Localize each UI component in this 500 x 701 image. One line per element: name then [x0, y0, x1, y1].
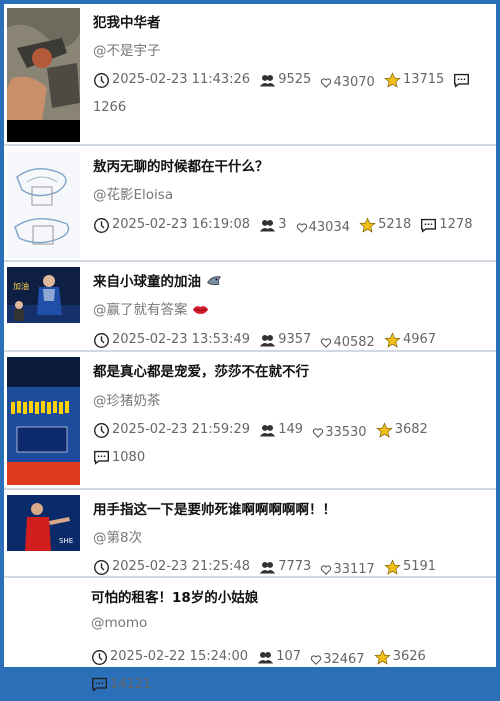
feed-item[interactable]: SHE 用手指这一下是要帅死谁啊啊啊啊啊！！ @第8次 2025-02-23 2…: [4, 492, 496, 602]
favorite-count: 5191: [402, 559, 437, 574]
star-icon: [376, 421, 393, 438]
users-icon: [260, 334, 276, 346]
author-name[interactable]: @第8次: [93, 526, 142, 546]
favorite-count: 3626: [392, 649, 426, 664]
sketch-drawing-photo: [7, 152, 80, 258]
users-icon: [260, 219, 276, 231]
heart-icon: [321, 337, 332, 348]
like-count: 33530: [325, 424, 367, 440]
favorite-count: 5218: [378, 217, 412, 232]
video-thumbnail[interactable]: 加油: [7, 267, 80, 323]
person-with-gun-photo: [7, 8, 80, 142]
favorite-count: 3682: [394, 422, 428, 437]
feed-item[interactable]: 敖丙无聊的时候都在干什么？ @花影Eloisa 2025-02-23 16:19…: [4, 148, 496, 262]
video-thumbnail[interactable]: SHE: [7, 495, 80, 551]
author-name[interactable]: @赢了就有答案: [93, 298, 209, 318]
like-count: 32467: [323, 651, 365, 667]
follower-count: 3: [278, 217, 287, 232]
svg-text:加油: 加油: [13, 281, 29, 291]
heart-icon: [321, 564, 332, 575]
heart-icon: [296, 222, 307, 233]
users-icon: [258, 651, 274, 663]
follower-count: 107: [276, 649, 302, 664]
video-stats: 2025-02-22 15:24:00 107 32467 3626 14121: [91, 646, 490, 701]
video-feed: 犯我中华者 @不是宇子 2025-02-23 11:43:26 9525 430…: [4, 4, 496, 692]
video-title[interactable]: 犯我中华者: [93, 11, 161, 31]
like-count: 40582: [333, 334, 375, 350]
feed-item[interactable]: 加油 来自小球童的加油 @赢了就有答案 2025-02-23 13:53:49 …: [4, 264, 496, 375]
video-title[interactable]: 敖丙无聊的时候都在干什么？: [93, 155, 269, 175]
clock-icon: [92, 649, 107, 665]
feed-item[interactable]: 可怕的租客！18岁的小姑娘 @momo 2025-02-22 15:24:00 …: [4, 580, 496, 692]
video-title[interactable]: 都是真心都是宠爱，莎莎不在就不行: [93, 360, 309, 380]
video-title[interactable]: 来自小球童的加油: [93, 270, 222, 290]
favorite-count: 4967: [402, 332, 437, 347]
author-name[interactable]: @momo: [91, 615, 147, 631]
heart-icon: [313, 427, 324, 438]
author-name[interactable]: @不是宇子: [93, 39, 161, 59]
feed-item[interactable]: 犯我中华者 @不是宇子 2025-02-23 11:43:26 9525 430…: [4, 4, 496, 146]
video-stats: 2025-02-23 16:19:08 3 43034 5218 1278: [93, 214, 490, 242]
star-icon: [384, 71, 401, 88]
follower-count: 9525: [278, 72, 312, 87]
svg-text:SHE: SHE: [59, 537, 73, 545]
video-thumbnail[interactable]: [7, 357, 80, 485]
comment-icon: [454, 73, 470, 88]
clock-icon: [94, 422, 109, 438]
like-count: 43070: [333, 74, 375, 90]
video-thumbnail[interactable]: [7, 8, 80, 142]
author-name-text: @赢了就有答案: [93, 302, 188, 318]
table-tennis-player-photo: 加油: [7, 267, 80, 323]
clock-icon: [94, 332, 109, 348]
heart-icon: [321, 77, 332, 88]
post-time: 2025-02-23 16:19:08: [112, 217, 251, 232]
like-count: 33117: [333, 561, 375, 577]
comment-count: 1266: [93, 99, 127, 115]
follower-count: 7773: [278, 559, 312, 574]
favorite-count: 13715: [402, 72, 445, 87]
post-time: 2025-02-23 13:53:49: [112, 332, 251, 347]
post-time: 2025-02-22 15:24:00: [110, 649, 249, 664]
like-count: 43034: [308, 219, 350, 235]
video-title-text: 来自小球童的加油: [93, 274, 201, 290]
comment-icon: [94, 450, 109, 465]
users-icon: [260, 74, 276, 86]
comment-icon: [421, 218, 437, 233]
clock-icon: [94, 217, 109, 233]
post-time: 2025-02-23 21:25:48: [112, 559, 251, 574]
clock-icon: [94, 72, 109, 88]
star-icon: [374, 648, 391, 665]
shark-emoji: [206, 276, 221, 286]
video-stats: 2025-02-23 11:43:26 9525 43070 13715 126…: [93, 69, 490, 119]
comment-icon: [92, 677, 107, 692]
star-icon: [384, 331, 401, 348]
video-stats: 2025-02-23 21:59:29 149 33530 3682 1080: [93, 419, 490, 474]
heart-icon: [311, 654, 322, 665]
comment-count: 14121: [110, 676, 152, 692]
player-pointing-photo: SHE: [7, 495, 80, 551]
comment-count: 1278: [439, 217, 473, 232]
post-time: 2025-02-23 11:43:26: [112, 72, 251, 87]
feed-item[interactable]: 都是真心都是宠爱，莎莎不在就不行 @珍猪奶茶 2025-02-23 21:59:…: [4, 354, 496, 490]
video-title[interactable]: 可怕的租客！18岁的小姑娘: [91, 586, 258, 606]
author-name[interactable]: @花影Eloisa: [93, 183, 173, 203]
video-thumbnail[interactable]: [7, 152, 80, 258]
comment-count: 1080: [112, 449, 146, 465]
follower-count: 9357: [278, 332, 312, 347]
star-icon: [359, 216, 376, 233]
users-icon: [260, 561, 276, 573]
clock-icon: [94, 559, 109, 575]
video-title[interactable]: 用手指这一下是要帅死谁啊啊啊啊啊！！: [93, 498, 336, 518]
star-icon: [384, 558, 401, 575]
lips-emoji: [192, 306, 208, 314]
users-icon: [260, 424, 276, 436]
post-time: 2025-02-23 21:59:29: [112, 422, 251, 437]
team-arena-photo: [7, 357, 80, 485]
follower-count: 149: [278, 422, 304, 437]
author-name[interactable]: @珍猪奶茶: [93, 389, 161, 409]
